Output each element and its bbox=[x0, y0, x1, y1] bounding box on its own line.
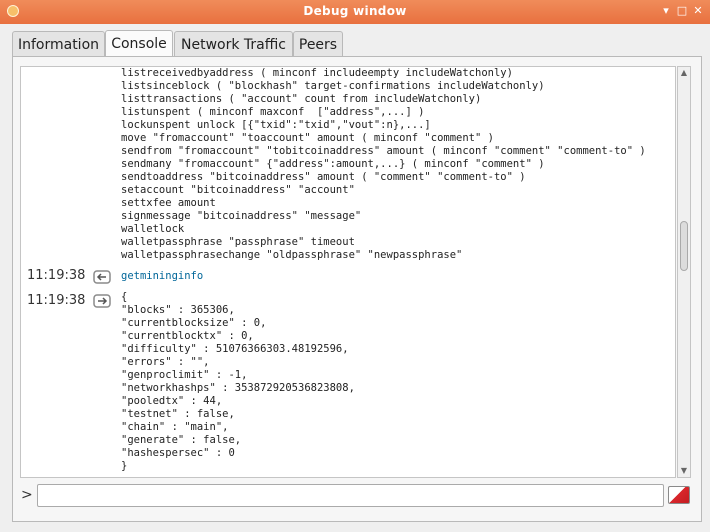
minimize-icon[interactable]: ▾ bbox=[659, 4, 673, 18]
reply-line: "hashespersec" : 0 bbox=[121, 447, 235, 459]
request-arrow-icon bbox=[93, 270, 111, 284]
help-line: listsinceblock ( "blockhash" target-conf… bbox=[121, 80, 545, 92]
reply-line: "networkhashps" : 353872920536823808, bbox=[121, 382, 355, 394]
help-line: walletpassphrasechange "oldpassphrase" "… bbox=[121, 249, 463, 261]
scroll-thumb[interactable] bbox=[680, 221, 688, 271]
reply-line: "currentblocktx" : 0, bbox=[121, 330, 254, 342]
reply-timestamp: 11:19:38 bbox=[27, 293, 86, 308]
reply-line: "errors" : "", bbox=[121, 356, 210, 368]
console-input[interactable] bbox=[37, 484, 664, 507]
help-line: walletpassphrase "passphrase" timeout bbox=[121, 236, 355, 248]
reply-line: "pooledtx" : 44, bbox=[121, 395, 223, 407]
maximize-icon[interactable]: □ bbox=[675, 4, 689, 18]
help-line: walletlock bbox=[121, 223, 185, 235]
reply-line: "blocks" : 365306, bbox=[121, 304, 235, 316]
request-timestamp: 11:19:38 bbox=[27, 268, 86, 283]
tab-network-traffic[interactable]: Network Traffic bbox=[174, 31, 293, 57]
console-scrollbar[interactable]: ▲ ▼ bbox=[677, 66, 691, 478]
reply-arrow-icon bbox=[93, 294, 111, 308]
tab-console[interactable]: Console bbox=[105, 30, 173, 58]
help-line: settxfee amount bbox=[121, 197, 216, 209]
help-line: move "fromaccount" "toaccount" amount ( … bbox=[121, 132, 494, 144]
help-line: sendtoaddress "bitcoinaddress" amount ( … bbox=[121, 171, 526, 183]
reply-line: "currentblocksize" : 0, bbox=[121, 317, 267, 329]
reply-line: "generate" : false, bbox=[121, 434, 242, 446]
help-line: lockunspent unlock [{"txid":"txid","vout… bbox=[121, 119, 431, 131]
help-line: listunspent ( minconf maxconf ["address"… bbox=[121, 106, 425, 118]
close-icon[interactable]: ✕ bbox=[691, 4, 705, 18]
help-line: sendfrom "fromaccount" "tobitcoinaddress… bbox=[121, 145, 646, 157]
reply-line: "testnet" : false, bbox=[121, 408, 235, 420]
help-line: setaccount "bitcoinaddress" "account" bbox=[121, 184, 355, 196]
console-output[interactable]: listreceivedbyaddress ( minconf includee… bbox=[20, 66, 676, 478]
tab-peers[interactable]: Peers bbox=[293, 31, 343, 57]
scroll-up-icon[interactable]: ▲ bbox=[678, 67, 690, 79]
help-line: sendmany "fromaccount" {"address":amount… bbox=[121, 158, 545, 170]
reply-line: } bbox=[121, 460, 128, 472]
reply-line: "chain" : "main", bbox=[121, 421, 229, 433]
prompt-symbol: > bbox=[21, 487, 33, 503]
reply-line: "difficulty" : 51076366303.48192596, bbox=[121, 343, 349, 355]
request-command: getmininginfo bbox=[121, 270, 204, 282]
reply-line: { bbox=[121, 291, 128, 303]
help-line: signmessage "bitcoinaddress" "message" bbox=[121, 210, 362, 222]
help-line: listtransactions ( "account" count from … bbox=[121, 93, 482, 105]
reply-line: "genproclimit" : -1, bbox=[121, 369, 248, 381]
tab-information[interactable]: Information bbox=[12, 31, 105, 57]
clear-console-button[interactable] bbox=[668, 486, 690, 504]
help-line: listreceivedbyaddress ( minconf includee… bbox=[121, 67, 513, 79]
scroll-down-icon[interactable]: ▼ bbox=[678, 465, 690, 477]
title-bar[interactable]: Debug window ▾ □ ✕ bbox=[0, 0, 710, 24]
window-title: Debug window bbox=[303, 4, 407, 18]
